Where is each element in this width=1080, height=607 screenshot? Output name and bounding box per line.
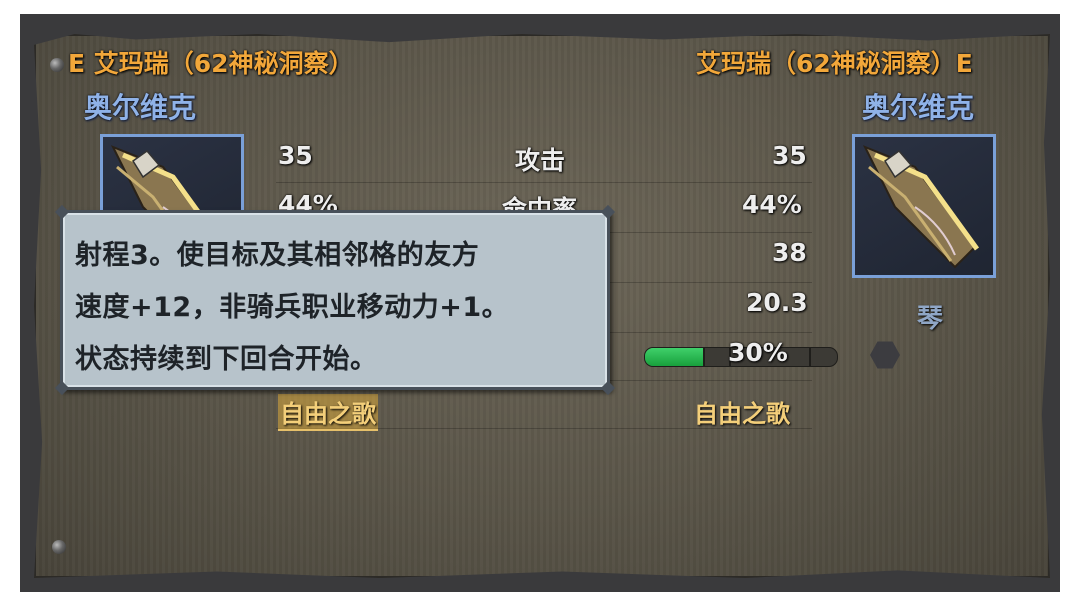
tooltip-line: 射程3。使目标及其相邻格的友方	[75, 240, 480, 271]
left-stat-value: 35	[278, 141, 313, 170]
right-stat-value: 20.3	[746, 288, 808, 317]
right-stat-value: 38	[772, 238, 807, 267]
weapon-type-label: 琴	[917, 304, 944, 334]
rivet-icon	[52, 540, 66, 554]
tooltip-line: 速度+12，非骑兵职业移动力+1。	[75, 292, 510, 323]
tooltip-line: 状态持续到下回合开始。	[75, 344, 378, 375]
progress-percent: 30%	[728, 338, 788, 367]
right-stat-value: 44%	[742, 190, 802, 219]
right-unit-name: 奥尔维克	[862, 91, 975, 124]
right-skill-name[interactable]: 自由之歌	[694, 394, 790, 429]
rivet-icon	[50, 58, 64, 72]
bar-segment	[703, 348, 705, 366]
harp-weapon-icon	[862, 145, 980, 269]
left-unit-title: E 艾玛瑞（62神秘洞察）	[68, 49, 354, 78]
skill-tooltip: 射程3。使目标及其相邻格的友方 速度+12，非骑兵职业移动力+1。 状态持续到下…	[54, 204, 616, 396]
right-unit-title: 艾玛瑞（62神秘洞察）E	[696, 49, 973, 78]
progress-bar-fill	[645, 348, 703, 366]
bar-segment	[809, 348, 811, 366]
left-skill-name[interactable]: 自由之歌	[278, 394, 378, 431]
right-weapon-portrait	[852, 134, 996, 278]
stat-label: 攻击	[515, 146, 566, 175]
right-stat-value: 35	[772, 141, 807, 170]
row-divider	[276, 182, 812, 183]
left-unit-name: 奥尔维克	[84, 91, 197, 124]
